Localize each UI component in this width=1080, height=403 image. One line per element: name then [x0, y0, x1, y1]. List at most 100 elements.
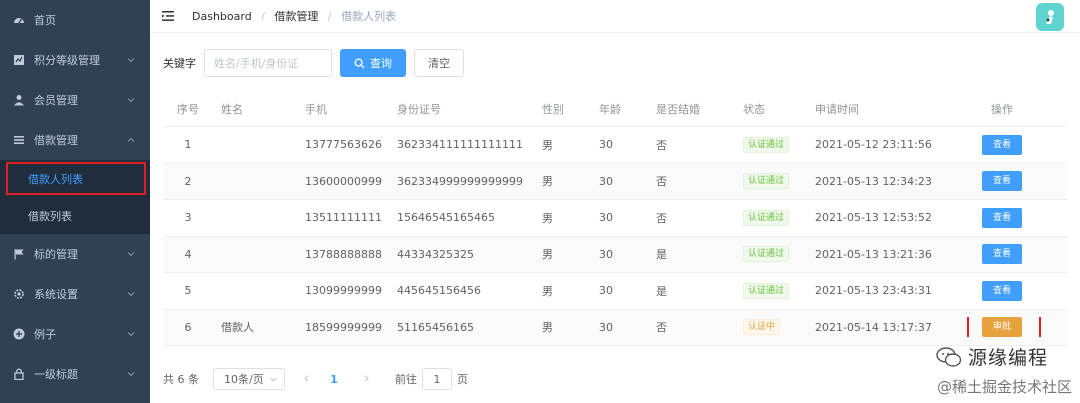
- sidebar-item-loans[interactable]: 借款管理: [0, 120, 150, 160]
- cell-married: 是: [656, 248, 667, 262]
- watermark-brand: 源缘编程: [936, 343, 1048, 370]
- list-icon: [12, 133, 26, 147]
- cell-operation: 审批: [943, 317, 1061, 338]
- sidebar-item-members[interactable]: 会员管理: [0, 80, 150, 120]
- cell-status: 认证通过: [743, 173, 815, 190]
- cell-sex: 男: [542, 175, 553, 189]
- cell-phone: 18599999999: [305, 320, 382, 334]
- cell-married: 否: [656, 321, 667, 335]
- user-icon: [12, 93, 26, 107]
- sidebar-item-examples[interactable]: 例子: [0, 314, 150, 354]
- col-header: 年龄: [599, 103, 621, 116]
- status-badge: 认证中: [743, 319, 781, 336]
- status-badge: 认证通过: [743, 209, 790, 226]
- col-header: 是否结婚: [656, 103, 700, 116]
- view-button[interactable]: 查看: [982, 207, 1022, 228]
- page-size-select[interactable]: 10条/页: [213, 368, 285, 390]
- gear-icon: [12, 287, 26, 301]
- sidebar-item-label: 首页: [34, 14, 56, 27]
- sidebar-item-points[interactable]: 积分等级管理: [0, 40, 150, 80]
- col-header: 性别: [542, 103, 564, 116]
- cell-married: 是: [656, 284, 667, 298]
- cell-operation: 查看: [943, 171, 1061, 192]
- cell-age: 30: [599, 247, 613, 261]
- breadcrumb-separator: /: [327, 10, 332, 23]
- page-size-value: 10条/页: [224, 373, 264, 386]
- col-header: 状态: [743, 103, 765, 116]
- approve-button[interactable]: 审批: [982, 317, 1022, 338]
- clear-button[interactable]: 清空: [414, 49, 464, 77]
- view-button[interactable]: 查看: [982, 244, 1022, 265]
- sidebar-item-label: 例子: [34, 328, 56, 341]
- goto-page-input[interactable]: [422, 368, 452, 390]
- chevron-down-icon: [127, 98, 135, 103]
- cell-phone: 13788888888: [305, 247, 382, 261]
- watermark-community: @稀土掘金技术社区: [936, 378, 1072, 396]
- view-button[interactable]: 查看: [982, 280, 1022, 301]
- navbar: Dashboard / 借款管理 / 借款人列表: [150, 0, 1080, 33]
- cell-operation: 查看: [943, 280, 1061, 301]
- prev-page-button[interactable]: [295, 373, 317, 386]
- sidebar-subitem-label: 借款人列表: [28, 172, 83, 186]
- sidebar-item-targets[interactable]: 标的管理: [0, 234, 150, 274]
- cell-married: 否: [656, 138, 667, 152]
- next-page-button[interactable]: [355, 373, 377, 386]
- breadcrumb-loans[interactable]: 借款管理: [274, 10, 318, 23]
- cell-index: 6: [184, 320, 192, 334]
- cell-index: 5: [184, 284, 192, 298]
- cell-id-number: 44334325325: [397, 247, 474, 261]
- cell-operation: 查看: [943, 244, 1061, 265]
- plus-circle-icon: [12, 327, 26, 341]
- cell-phone: 13600000999: [305, 174, 382, 188]
- sidebar-item-label: 借款管理: [34, 134, 78, 147]
- cell-sex: 男: [542, 138, 553, 152]
- cell-status: 认证中: [743, 319, 815, 336]
- avatar[interactable]: [1036, 3, 1064, 31]
- cell-apply-time: 2021-05-14 13:17:37: [815, 320, 932, 334]
- status-badge: 认证通过: [743, 282, 790, 299]
- table-header: 序号 姓名 手机 身份证号 性别 年龄 是否结婚 状态 申请时间 操作: [163, 92, 1067, 127]
- chevron-down-icon: [270, 377, 277, 382]
- cell-id-number: 51165456165: [397, 320, 474, 334]
- view-button[interactable]: 查看: [982, 171, 1022, 192]
- sidebar-subitem-label: 借款列表: [28, 209, 72, 223]
- breadcrumb: Dashboard / 借款管理 / 借款人列表: [192, 8, 396, 24]
- cell-phone: 13099999999: [305, 284, 382, 298]
- cell-phone: 13511111111: [305, 211, 382, 225]
- cell-status: 认证通过: [743, 136, 815, 153]
- cell-married: 否: [656, 211, 667, 225]
- chevron-down-icon: [127, 58, 135, 63]
- cell-apply-time: 2021-05-12 23:11:56: [815, 138, 932, 152]
- page-number[interactable]: 1: [323, 373, 345, 386]
- sidebar-subitem-loan-list[interactable]: 借款列表: [0, 197, 150, 234]
- query-button[interactable]: 查询: [340, 49, 406, 77]
- cell-status: 认证通过: [743, 209, 815, 226]
- cell-operation: 查看: [943, 207, 1061, 228]
- sidebar-item-settings[interactable]: 系统设置: [0, 274, 150, 314]
- table-row: 4 13788888888 44334325325 男 30 是 认证通过 20…: [163, 236, 1067, 273]
- cell-age: 30: [599, 138, 613, 152]
- cell-married: 否: [656, 175, 667, 189]
- sidebar-subitem-borrower-list[interactable]: 借款人列表: [0, 160, 150, 197]
- avatar-figure-icon: [1046, 10, 1054, 24]
- cell-sex: 男: [542, 284, 553, 298]
- view-button[interactable]: 查看: [982, 134, 1022, 155]
- sidebar-item-label: 积分等级管理: [34, 54, 100, 67]
- cell-sex: 男: [542, 248, 553, 262]
- sidebar-item-home[interactable]: 首页: [0, 0, 150, 40]
- sidebar-item-label: 会员管理: [34, 94, 78, 107]
- table-row: 2 13600000999 362334999999999999 男 30 否 …: [163, 163, 1067, 200]
- table-row: 3 13511111111 15646545165465 男 30 否 认证通过…: [163, 200, 1067, 237]
- chart-icon: [12, 53, 26, 67]
- cell-id-number: 445645156456: [397, 284, 481, 298]
- page-suffix: 页: [457, 373, 468, 386]
- hamburger-icon[interactable]: [162, 10, 176, 22]
- search-input[interactable]: [204, 49, 332, 77]
- total-count: 共 6 条: [163, 373, 199, 386]
- status-badge: 认证通过: [743, 136, 790, 153]
- cell-index: 1: [184, 138, 192, 152]
- sidebar-item-level1[interactable]: 一级标题: [0, 354, 150, 394]
- breadcrumb-dashboard[interactable]: Dashboard: [192, 10, 252, 23]
- sidebar-item-label: 标的管理: [34, 248, 78, 261]
- status-badge: 认证通过: [743, 173, 790, 190]
